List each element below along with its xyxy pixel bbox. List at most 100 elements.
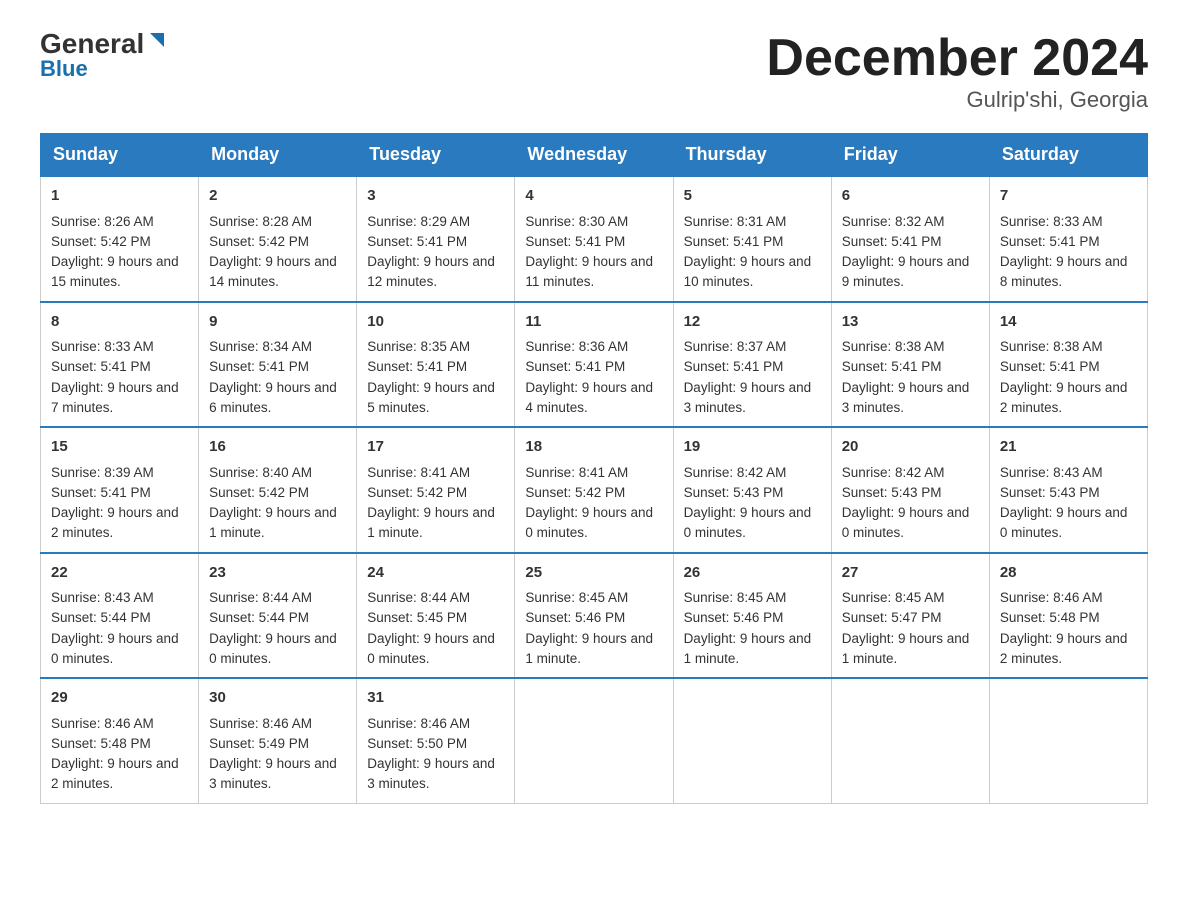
day-number: 13 — [842, 311, 979, 334]
sunset-text: Sunset: 5:42 PM — [367, 485, 467, 500]
title-block: December 2024 Gulrip'shi, Georgia — [766, 30, 1148, 113]
sunset-text: Sunset: 5:43 PM — [1000, 485, 1100, 500]
sunrise-text: Sunrise: 8:44 AM — [209, 590, 312, 605]
table-row: 14 Sunrise: 8:38 AM Sunset: 5:41 PM Dayl… — [989, 302, 1147, 428]
table-row: 13 Sunrise: 8:38 AM Sunset: 5:41 PM Dayl… — [831, 302, 989, 428]
sunset-text: Sunset: 5:41 PM — [209, 359, 309, 374]
daylight-text: Daylight: 9 hours and 4 minutes. — [525, 380, 653, 415]
table-row: 19 Sunrise: 8:42 AM Sunset: 5:43 PM Dayl… — [673, 427, 831, 553]
sunset-text: Sunset: 5:46 PM — [525, 610, 625, 625]
daylight-text: Daylight: 9 hours and 15 minutes. — [51, 254, 179, 289]
daylight-text: Daylight: 9 hours and 3 minutes. — [209, 756, 337, 791]
table-row: 31 Sunrise: 8:46 AM Sunset: 5:50 PM Dayl… — [357, 678, 515, 803]
sunrise-text: Sunrise: 8:36 AM — [525, 339, 628, 354]
table-row: 25 Sunrise: 8:45 AM Sunset: 5:46 PM Dayl… — [515, 553, 673, 679]
day-number: 12 — [684, 311, 821, 334]
sunset-text: Sunset: 5:41 PM — [1000, 234, 1100, 249]
sunset-text: Sunset: 5:41 PM — [684, 234, 784, 249]
sunrise-text: Sunrise: 8:44 AM — [367, 590, 470, 605]
sunrise-text: Sunrise: 8:45 AM — [842, 590, 945, 605]
calendar-week-row: 8 Sunrise: 8:33 AM Sunset: 5:41 PM Dayli… — [41, 302, 1148, 428]
sunrise-text: Sunrise: 8:45 AM — [525, 590, 628, 605]
table-row: 2 Sunrise: 8:28 AM Sunset: 5:42 PM Dayli… — [199, 176, 357, 302]
day-number: 21 — [1000, 436, 1137, 459]
header-sunday: Sunday — [41, 134, 199, 177]
daylight-text: Daylight: 9 hours and 1 minute. — [525, 631, 653, 666]
table-row: 28 Sunrise: 8:46 AM Sunset: 5:48 PM Dayl… — [989, 553, 1147, 679]
sunset-text: Sunset: 5:44 PM — [209, 610, 309, 625]
sunrise-text: Sunrise: 8:26 AM — [51, 214, 154, 229]
daylight-text: Daylight: 9 hours and 0 minutes. — [1000, 505, 1128, 540]
table-row: 20 Sunrise: 8:42 AM Sunset: 5:43 PM Dayl… — [831, 427, 989, 553]
page-header: General Blue December 2024 Gulrip'shi, G… — [40, 30, 1148, 113]
day-number: 3 — [367, 185, 504, 208]
sunset-text: Sunset: 5:49 PM — [209, 736, 309, 751]
day-number: 18 — [525, 436, 662, 459]
sunset-text: Sunset: 5:42 PM — [51, 234, 151, 249]
logo-blue: Blue — [40, 56, 88, 82]
table-row — [831, 678, 989, 803]
day-number: 5 — [684, 185, 821, 208]
sunrise-text: Sunrise: 8:43 AM — [51, 590, 154, 605]
sunrise-text: Sunrise: 8:45 AM — [684, 590, 787, 605]
sunset-text: Sunset: 5:48 PM — [1000, 610, 1100, 625]
sunset-text: Sunset: 5:41 PM — [842, 234, 942, 249]
month-title: December 2024 — [766, 30, 1148, 87]
sunrise-text: Sunrise: 8:33 AM — [51, 339, 154, 354]
daylight-text: Daylight: 9 hours and 0 minutes. — [525, 505, 653, 540]
table-row: 29 Sunrise: 8:46 AM Sunset: 5:48 PM Dayl… — [41, 678, 199, 803]
table-row — [515, 678, 673, 803]
table-row — [989, 678, 1147, 803]
day-number: 14 — [1000, 311, 1137, 334]
calendar-week-row: 22 Sunrise: 8:43 AM Sunset: 5:44 PM Dayl… — [41, 553, 1148, 679]
day-number: 6 — [842, 185, 979, 208]
table-row: 12 Sunrise: 8:37 AM Sunset: 5:41 PM Dayl… — [673, 302, 831, 428]
table-row: 24 Sunrise: 8:44 AM Sunset: 5:45 PM Dayl… — [357, 553, 515, 679]
logo-arrow-icon — [146, 31, 168, 53]
sunrise-text: Sunrise: 8:31 AM — [684, 214, 787, 229]
sunrise-text: Sunrise: 8:39 AM — [51, 465, 154, 480]
logo: General Blue — [40, 30, 168, 82]
logo-general: General — [40, 30, 144, 58]
day-number: 4 — [525, 185, 662, 208]
sunset-text: Sunset: 5:50 PM — [367, 736, 467, 751]
daylight-text: Daylight: 9 hours and 7 minutes. — [51, 380, 179, 415]
sunrise-text: Sunrise: 8:41 AM — [367, 465, 470, 480]
sunrise-text: Sunrise: 8:46 AM — [1000, 590, 1103, 605]
sunrise-text: Sunrise: 8:46 AM — [367, 716, 470, 731]
daylight-text: Daylight: 9 hours and 1 minute. — [367, 505, 495, 540]
sunset-text: Sunset: 5:41 PM — [525, 359, 625, 374]
sunrise-text: Sunrise: 8:43 AM — [1000, 465, 1103, 480]
daylight-text: Daylight: 9 hours and 0 minutes. — [209, 631, 337, 666]
sunrise-text: Sunrise: 8:34 AM — [209, 339, 312, 354]
sunset-text: Sunset: 5:45 PM — [367, 610, 467, 625]
daylight-text: Daylight: 9 hours and 9 minutes. — [842, 254, 970, 289]
table-row — [673, 678, 831, 803]
day-number: 24 — [367, 562, 504, 585]
day-number: 26 — [684, 562, 821, 585]
sunrise-text: Sunrise: 8:41 AM — [525, 465, 628, 480]
sunrise-text: Sunrise: 8:35 AM — [367, 339, 470, 354]
daylight-text: Daylight: 9 hours and 5 minutes. — [367, 380, 495, 415]
calendar-header-row: Sunday Monday Tuesday Wednesday Thursday… — [41, 134, 1148, 177]
day-number: 25 — [525, 562, 662, 585]
day-number: 7 — [1000, 185, 1137, 208]
daylight-text: Daylight: 9 hours and 3 minutes. — [684, 380, 812, 415]
table-row: 3 Sunrise: 8:29 AM Sunset: 5:41 PM Dayli… — [357, 176, 515, 302]
day-number: 29 — [51, 687, 188, 710]
day-number: 10 — [367, 311, 504, 334]
sunset-text: Sunset: 5:41 PM — [1000, 359, 1100, 374]
header-tuesday: Tuesday — [357, 134, 515, 177]
sunset-text: Sunset: 5:43 PM — [684, 485, 784, 500]
table-row: 21 Sunrise: 8:43 AM Sunset: 5:43 PM Dayl… — [989, 427, 1147, 553]
daylight-text: Daylight: 9 hours and 3 minutes. — [842, 380, 970, 415]
sunrise-text: Sunrise: 8:37 AM — [684, 339, 787, 354]
daylight-text: Daylight: 9 hours and 6 minutes. — [209, 380, 337, 415]
sunset-text: Sunset: 5:41 PM — [842, 359, 942, 374]
daylight-text: Daylight: 9 hours and 0 minutes. — [684, 505, 812, 540]
daylight-text: Daylight: 9 hours and 11 minutes. — [525, 254, 653, 289]
day-number: 8 — [51, 311, 188, 334]
day-number: 28 — [1000, 562, 1137, 585]
sunrise-text: Sunrise: 8:42 AM — [684, 465, 787, 480]
day-number: 15 — [51, 436, 188, 459]
